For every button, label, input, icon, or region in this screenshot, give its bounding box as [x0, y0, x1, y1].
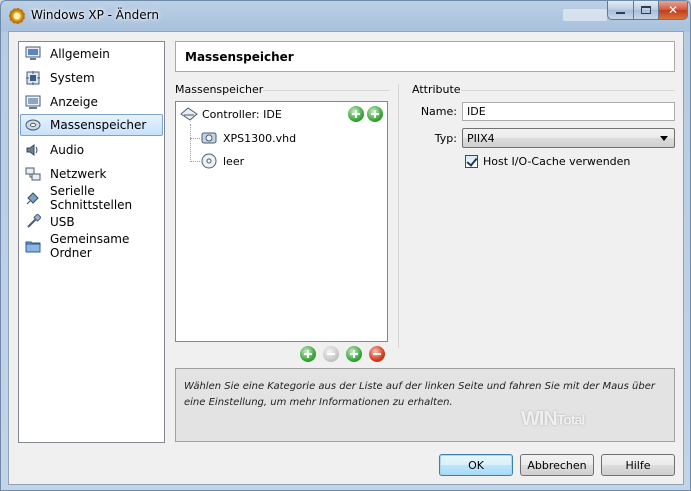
attributes-group-label: Attribute — [412, 83, 461, 96]
type-select[interactable]: PIIX4 — [462, 128, 675, 148]
tree-item-leer[interactable]: leer — [201, 151, 244, 171]
attributes-group-line — [461, 90, 675, 91]
ok-button[interactable]: OK — [439, 454, 513, 476]
name-input[interactable] — [462, 102, 675, 121]
sidebar-item-label: Anzeige — [50, 95, 98, 109]
sidebar-item-label: Audio — [50, 143, 85, 157]
help-button[interactable]: Hilfe — [601, 454, 675, 476]
add-attachment-button[interactable] — [346, 346, 362, 362]
ide-controller-icon — [180, 106, 198, 122]
close-button[interactable]: ✕ — [658, 1, 688, 20]
sidebar-item-label: Allgemein — [50, 47, 110, 61]
chevron-down-icon — [660, 136, 668, 141]
storage-tree[interactable]: Controller: IDE XPS1300.vhd leer — [175, 101, 388, 342]
sidebar-item-label: Massenspeicher — [50, 118, 147, 132]
tree-connector — [190, 138, 200, 139]
minimize-button[interactable] — [607, 1, 634, 20]
sidebar-item-usb[interactable]: USB — [20, 211, 163, 233]
sidebar-item-massenspeicher[interactable]: Massenspeicher — [20, 114, 163, 136]
background-blur-2 — [563, 9, 607, 21]
group-separator — [398, 84, 399, 348]
disk-icon — [25, 117, 41, 133]
wintotal-watermark: WINTotal — [521, 408, 631, 438]
type-label: Typ: — [434, 132, 457, 145]
sidebar-item-label: Netzwerk — [50, 167, 107, 181]
usb-icon — [25, 213, 42, 230]
add-attachment-icon — [350, 350, 358, 358]
storage-group-label: Massenspeicher — [175, 83, 264, 96]
folder-icon — [25, 238, 41, 254]
remove-attachment-icon — [373, 353, 381, 355]
maximize-button[interactable] — [633, 1, 659, 20]
sidebar-item-label: Serielle Schnittstellen — [50, 184, 133, 212]
display-icon — [25, 94, 41, 110]
virtualbox-gear-icon — [9, 8, 25, 24]
controller-label: Controller: IDE — [202, 107, 282, 121]
add-hdd-icon — [371, 110, 379, 118]
tree-item-xps1300[interactable]: XPS1300.vhd — [201, 128, 296, 148]
host-io-cache-label: Host I/O-Cache verwenden — [483, 155, 631, 168]
add-controller-icon — [304, 350, 312, 358]
remove-controller-button[interactable] — [323, 346, 339, 362]
window-title: Windows XP - Ändern — [31, 8, 159, 22]
title-bar[interactable]: Windows XP - Ändern ✕ — [1, 1, 690, 31]
storage-group-line — [263, 90, 389, 91]
watermark-sub: Total — [556, 411, 585, 428]
speaker-icon — [25, 142, 41, 158]
sidebar-item-allgemein[interactable]: Allgemein — [20, 43, 163, 65]
category-list: Allgemein System Anzeige Massenspeicher — [18, 41, 165, 443]
host-io-cache-option[interactable]: Host I/O-Cache verwenden — [465, 155, 630, 168]
sidebar-item-gemeinsame-ordner[interactable]: Gemeinsame Ordner — [20, 232, 163, 260]
sidebar-item-serielle-schnittstellen[interactable]: Serielle Schnittstellen — [20, 184, 163, 212]
add-controller-button[interactable] — [300, 346, 316, 362]
minimize-icon — [616, 12, 625, 14]
remove-attachment-button[interactable] — [369, 346, 385, 362]
network-icon — [25, 166, 41, 182]
monitor-icon — [25, 46, 41, 62]
sidebar-item-netzwerk[interactable]: Netzwerk — [20, 163, 163, 185]
watermark-main: WIN — [521, 408, 558, 430]
sidebar-item-anzeige[interactable]: Anzeige — [20, 91, 163, 113]
remove-controller-icon — [327, 353, 335, 355]
controller-row[interactable]: Controller: IDE — [180, 104, 282, 124]
chip-icon — [25, 70, 41, 86]
host-io-cache-checkbox[interactable] — [465, 155, 478, 168]
serial-port-icon — [25, 190, 41, 206]
page-title: Massenspeicher — [175, 41, 675, 72]
sidebar-item-system[interactable]: System — [20, 67, 163, 89]
tree-connector — [190, 161, 200, 162]
sidebar-item-label: Gemeinsame Ordner — [50, 232, 130, 260]
close-icon: ✕ — [667, 3, 679, 17]
sidebar-item-audio[interactable]: Audio — [20, 139, 163, 161]
add-cd-attachment-button[interactable] — [348, 106, 364, 122]
hard-disk-icon — [201, 130, 217, 146]
dialog-window: Windows XP - Ändern ✕ Allgemein System A… — [0, 0, 691, 491]
cancel-button[interactable]: Abbrechen — [520, 454, 594, 476]
add-hdd-attachment-button[interactable] — [367, 106, 383, 122]
background-blur — [161, 10, 281, 20]
add-cd-icon — [352, 110, 360, 118]
dialog-client-area: Allgemein System Anzeige Massenspeicher — [8, 31, 684, 485]
type-select-value: PIIX4 — [467, 131, 495, 145]
info-text: Wählen Sie eine Kategorie aus der Liste … — [184, 381, 655, 408]
maximize-icon — [641, 6, 651, 14]
sidebar-item-label: System — [50, 71, 95, 85]
sidebar-item-label: USB — [50, 215, 75, 229]
attachment-label: leer — [223, 154, 245, 168]
cd-icon — [201, 153, 217, 169]
attachment-label: XPS1300.vhd — [223, 131, 297, 145]
name-label: Name: — [420, 105, 457, 118]
tree-connector — [190, 124, 191, 162]
